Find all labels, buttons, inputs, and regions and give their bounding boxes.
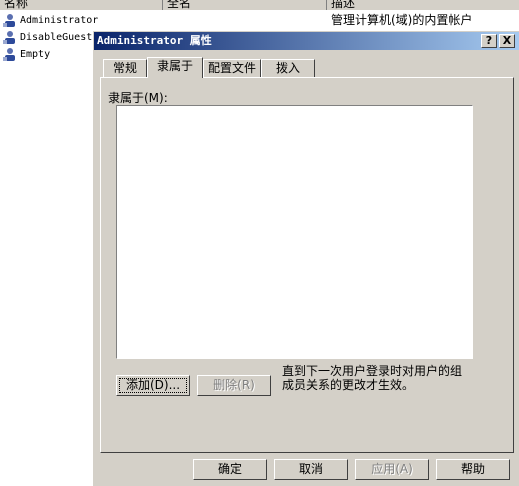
cancel-button[interactable]: 取消: [274, 459, 348, 480]
member-of-listbox[interactable]: [116, 105, 473, 359]
list-item-empty[interactable]: Empty: [0, 46, 92, 63]
remove-button[interactable]: 删除(R): [197, 375, 271, 396]
title-close-button[interactable]: X: [499, 34, 515, 48]
ok-button[interactable]: 确定: [193, 459, 267, 480]
column-header-description[interactable]: 描述: [327, 0, 519, 10]
apply-button[interactable]: 应用(A): [355, 459, 429, 480]
tab-general[interactable]: 常规: [103, 59, 147, 77]
title-help-button[interactable]: ?: [481, 34, 497, 48]
column-header-name[interactable]: 名称: [0, 0, 163, 10]
help-button[interactable]: 帮助: [436, 459, 510, 480]
member-of-label: 隶属于(M):: [108, 91, 168, 105]
dialog-title: Administrator 属性: [97, 34, 212, 47]
column-header-fullname[interactable]: 全名: [163, 0, 327, 10]
user-icon: [3, 48, 15, 61]
user-icon: [3, 14, 15, 27]
user-name: Administrator: [20, 15, 99, 26]
list-item-administrator[interactable]: Administrator 管理计算机(域)的内置帐户: [0, 12, 519, 29]
user-description: 管理计算机(域)的内置帐户: [331, 13, 473, 27]
user-icon: [3, 31, 15, 44]
user-name: Empty: [20, 49, 51, 60]
user-name: DisableGuest: [20, 32, 93, 43]
title-bar[interactable]: Administrator 属性 ? X: [94, 32, 519, 50]
tab-member-of[interactable]: 隶属于: [147, 57, 203, 78]
membership-note: 直到下一次用户登录时对用户的组成员关系的更改才生效。: [282, 364, 463, 392]
list-item-disableguest[interactable]: DisableGuest: [0, 29, 92, 46]
properties-dialog: Administrator 属性 ? X 常规 隶属于 配置文件 拨入 隶属于(…: [92, 30, 519, 486]
tab-profile[interactable]: 配置文件: [203, 59, 261, 77]
tab-dial-in[interactable]: 拨入: [261, 59, 315, 77]
list-header: 名称 全名 描述: [0, 0, 519, 10]
add-button[interactable]: 添加(D)...: [116, 375, 190, 396]
